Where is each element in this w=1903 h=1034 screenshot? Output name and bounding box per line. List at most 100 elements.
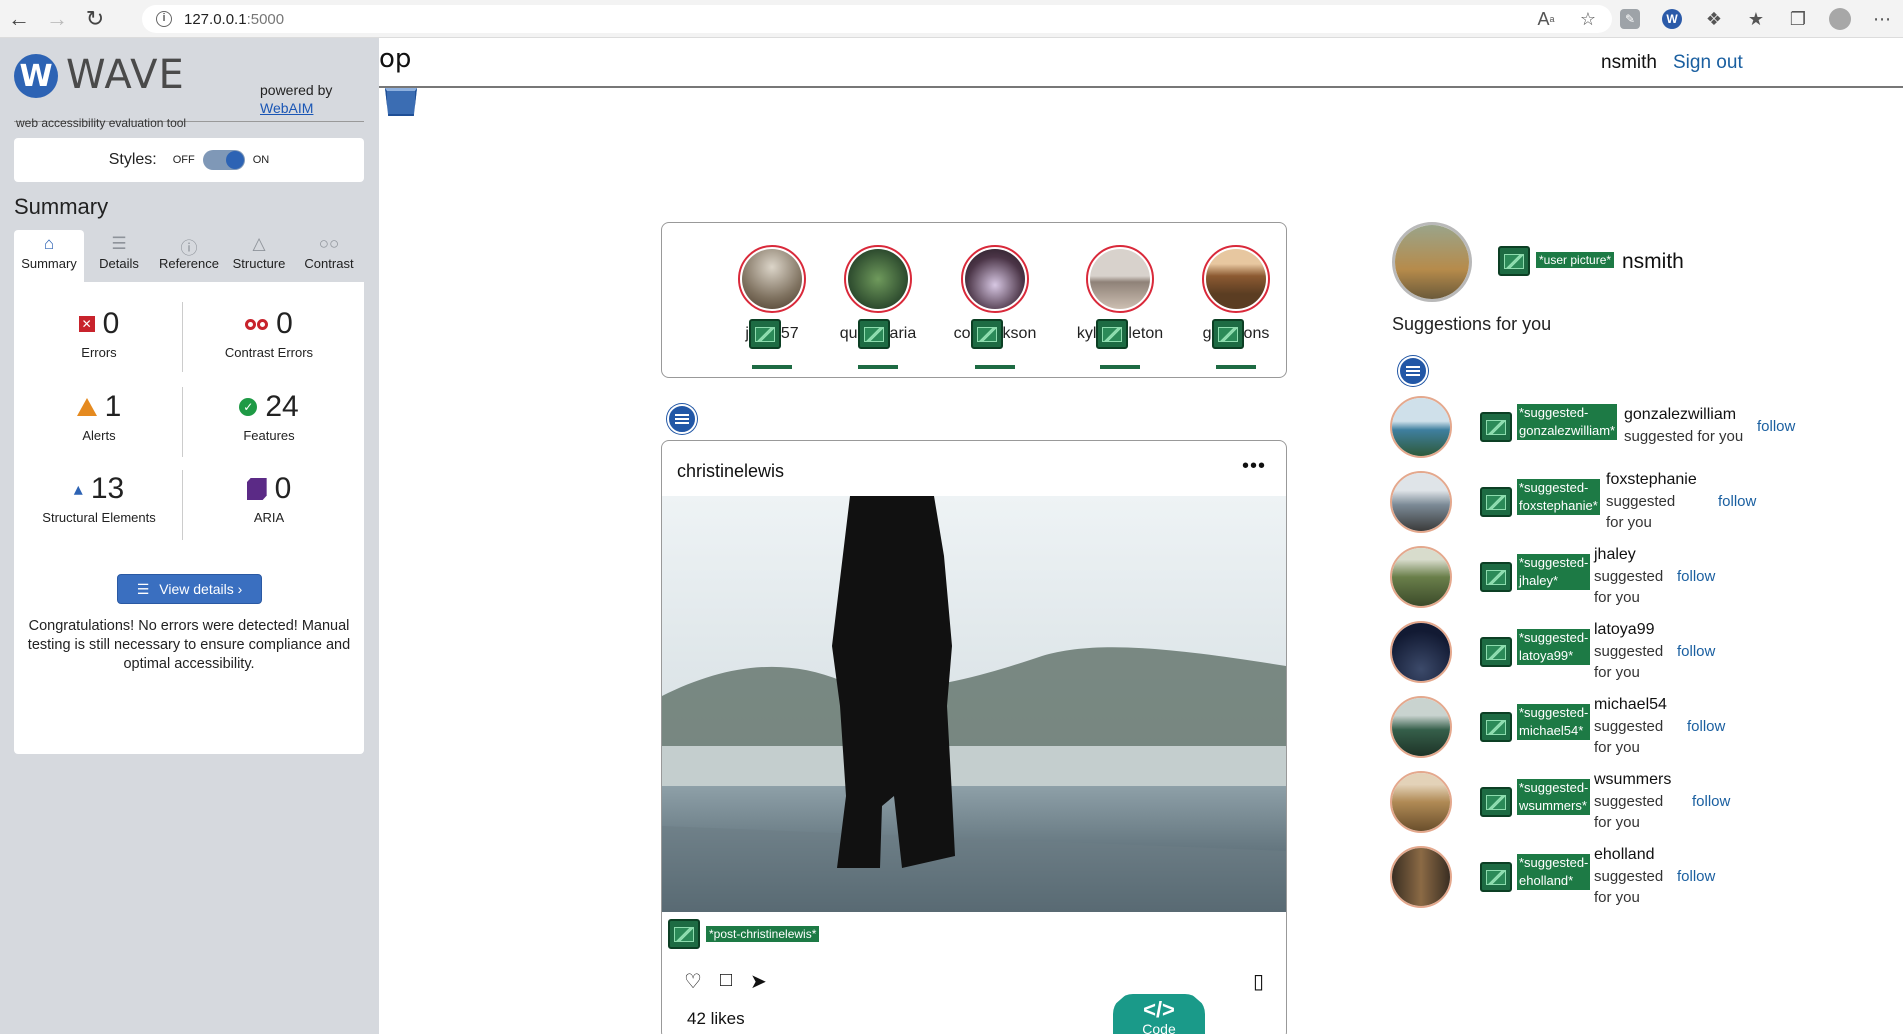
favorites-icon[interactable]: ★ xyxy=(1735,0,1777,38)
user-name[interactable]: nsmith xyxy=(1622,250,1684,274)
story-name-start: qu xyxy=(839,325,858,343)
menu-icon[interactable]: ⋯ xyxy=(1861,0,1903,38)
suggestion-avatar[interactable] xyxy=(1390,846,1452,908)
user-avatar[interactable] xyxy=(1392,222,1472,302)
alt-line: *suggested- xyxy=(1519,630,1589,645)
bookmark-icon[interactable]: ▯ xyxy=(1253,969,1264,994)
stat-alerts[interactable]: 1 Alerts xyxy=(14,390,184,443)
info-circle-icon: ⓘ xyxy=(180,239,198,258)
collections-icon[interactable]: ❐ xyxy=(1777,0,1819,38)
stat-label: Errors xyxy=(81,345,117,360)
code-icon: </> xyxy=(1143,997,1175,1022)
suggestion-row: *suggested-gonzalezwilliam* gonzalezwill… xyxy=(1390,396,1850,468)
suggestion-avatar[interactable] xyxy=(1390,396,1452,458)
story-item[interactable]: kyl leton xyxy=(1072,245,1168,369)
send-icon[interactable]: ➤ xyxy=(750,969,767,994)
suggestion-name[interactable]: eholland xyxy=(1594,846,1655,864)
stat-label: Features xyxy=(243,428,295,443)
story-name-end: kson xyxy=(1002,325,1037,343)
post-card: christinelewis ••• *post-christinelewis*… xyxy=(661,440,1287,1034)
list-icon[interactable] xyxy=(667,404,697,434)
puzzle-icon[interactable]: ❖ xyxy=(1693,0,1735,38)
suggestion-avatar[interactable] xyxy=(1390,771,1452,833)
follow-button[interactable]: follow xyxy=(1692,793,1730,810)
contrast-icon: ○○ xyxy=(318,234,340,253)
stat-structural[interactable]: ▴ 13 Structural Elements xyxy=(14,472,184,525)
story-item[interactable]: co kson xyxy=(947,245,1043,369)
webaim-link[interactable]: WebAIM xyxy=(260,100,313,116)
suggestion-name[interactable]: latoya99 xyxy=(1594,621,1655,639)
comment-icon[interactable]: □ xyxy=(720,969,732,994)
follow-button[interactable]: follow xyxy=(1677,643,1715,660)
tab-label: Structure xyxy=(232,256,286,271)
toggle-on-label: ON xyxy=(252,154,270,166)
styles-toggle[interactable] xyxy=(202,150,245,170)
stat-contrast-errors[interactable]: 0 Contrast Errors xyxy=(184,307,354,360)
wave-extension-icon[interactable]: W xyxy=(1651,0,1693,38)
more-options-icon[interactable]: ••• xyxy=(1242,455,1266,478)
info-icon[interactable]: i xyxy=(156,11,172,27)
post-actions: ♡ □ ➤ xyxy=(684,969,767,994)
suggestion-name[interactable]: michael54 xyxy=(1594,696,1667,714)
suggestion-avatar[interactable] xyxy=(1390,621,1452,683)
tab-summary[interactable]: ⌂ Summary xyxy=(14,230,84,282)
address-bar[interactable]: i 127.0.0.1:5000 xyxy=(142,5,1612,33)
current-user: nsmith xyxy=(1601,52,1657,73)
forward-icon[interactable]: → xyxy=(38,0,76,38)
stat-features[interactable]: ✓ 24 Features xyxy=(184,390,354,443)
suggestion-row: *suggested-foxstephanie* foxstephanie su… xyxy=(1390,471,1850,543)
alt-line: *suggested- xyxy=(1519,555,1589,570)
profile-icon[interactable] xyxy=(1819,0,1861,38)
alt-line: foxstephanie* xyxy=(1519,498,1598,513)
tab-reference[interactable]: ⓘ Reference xyxy=(154,230,224,282)
browser-icons: Aa ☆ ✎ W ❖ ★ ❐ ⋯ xyxy=(1525,0,1903,38)
follow-button[interactable]: follow xyxy=(1677,868,1715,885)
tab-structure[interactable]: △ Structure xyxy=(224,230,294,282)
stat-aria[interactable]: 0 ARIA xyxy=(184,472,354,525)
story-item[interactable]: g ons xyxy=(1188,245,1284,369)
stories-bar: j 57 qu aria co kson kyl leton g ons xyxy=(661,222,1287,378)
follow-button[interactable]: follow xyxy=(1677,568,1715,585)
favorite-icon[interactable]: ☆ xyxy=(1567,0,1609,38)
code-tab[interactable]: </> Code xyxy=(1113,994,1205,1034)
story-name-end: 57 xyxy=(780,325,799,343)
congrats-message: Congratulations! No errors were detected… xyxy=(27,618,351,672)
alt-line: *suggested- xyxy=(1519,780,1589,795)
stat-value: 0 xyxy=(276,307,293,340)
view-details-button[interactable]: ☰ View details › xyxy=(117,574,262,604)
alt-line: michael54* xyxy=(1519,723,1584,738)
suggestion-avatar[interactable] xyxy=(1390,696,1452,758)
heart-icon[interactable]: ♡ xyxy=(684,969,702,994)
image-icon xyxy=(1498,246,1530,276)
sign-out-link[interactable]: Sign out xyxy=(1673,52,1743,74)
suggestion-name[interactable]: foxstephanie xyxy=(1606,471,1697,489)
post-author[interactable]: christinelewis xyxy=(677,461,784,482)
read-aloud-icon[interactable]: Aa xyxy=(1525,0,1567,38)
wave-logo-text: WAVE xyxy=(66,52,185,98)
app-logo[interactable]: op xyxy=(379,44,411,74)
reload-icon[interactable]: ↻ xyxy=(76,0,114,38)
image-icon xyxy=(1480,787,1512,817)
suggestion-name[interactable]: gonzalezwilliam xyxy=(1624,406,1736,424)
story-name-start: co xyxy=(953,325,971,343)
follow-button[interactable]: follow xyxy=(1757,418,1795,435)
image-icon xyxy=(1480,412,1512,442)
follow-button[interactable]: follow xyxy=(1718,493,1756,510)
image-icon xyxy=(668,919,700,949)
stat-errors[interactable]: ✕ 0 Errors xyxy=(14,307,184,360)
story-item[interactable]: qu aria xyxy=(830,245,926,369)
image-icon xyxy=(1211,319,1244,349)
list-icon[interactable] xyxy=(1398,356,1428,386)
extension-icon[interactable]: ✎ xyxy=(1609,0,1651,38)
tab-contrast[interactable]: ○○ Contrast xyxy=(294,230,364,282)
suggestion-name[interactable]: jhaley xyxy=(1594,546,1636,564)
back-icon[interactable]: ← xyxy=(0,0,38,38)
story-item[interactable]: j 57 xyxy=(724,245,820,369)
summary-card: ✕ 0 Errors 0 Contrast Errors 1 Alerts ✓ 24… xyxy=(14,282,364,754)
suggestion-avatar[interactable] xyxy=(1390,546,1452,608)
suggestion-note: suggested for you xyxy=(1606,493,1676,531)
suggestion-name[interactable]: wsummers xyxy=(1594,771,1671,789)
follow-button[interactable]: follow xyxy=(1687,718,1725,735)
suggestion-avatar[interactable] xyxy=(1390,471,1452,533)
tab-details[interactable]: ☰ Details xyxy=(84,230,154,282)
